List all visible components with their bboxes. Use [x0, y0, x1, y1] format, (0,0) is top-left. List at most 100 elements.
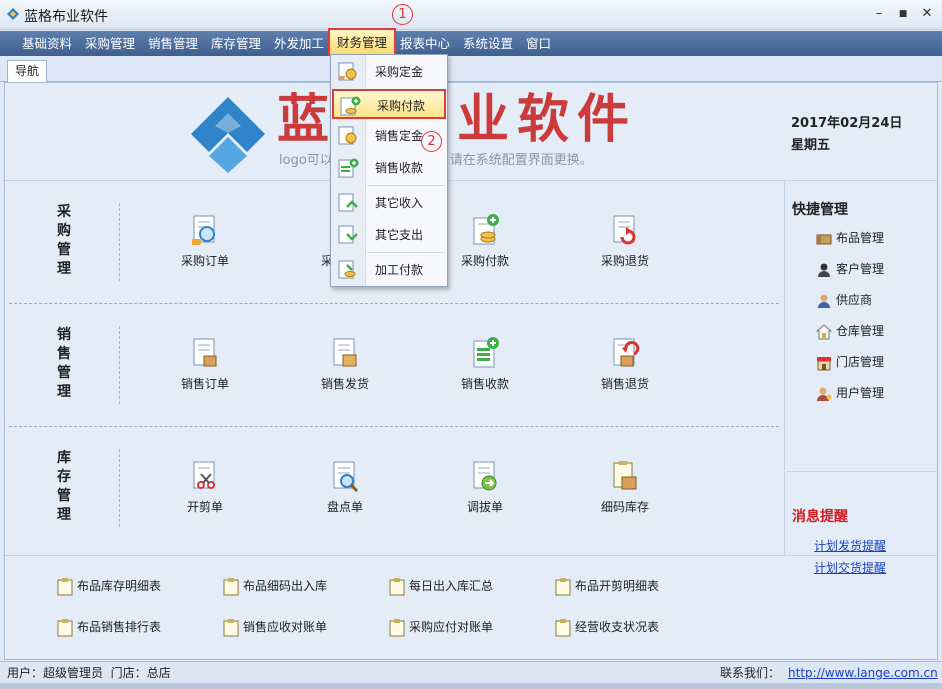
sales-receipt-button[interactable]: 销售收款	[430, 336, 540, 392]
title-char: 理	[57, 261, 71, 277]
quick-item-label: 布品管理	[836, 231, 885, 245]
other-income-icon	[338, 193, 358, 212]
processing-payment-icon	[338, 260, 356, 279]
title-char: 购	[57, 223, 71, 239]
menu-outsourcing[interactable]: 外发加工	[270, 31, 328, 56]
finance-dropdown-menu: 采购定金 采购付款 销售定金 销售收款 其它收入 其它支出 加工付款	[330, 54, 448, 287]
quick-item-label: 门店管理	[836, 355, 885, 369]
menu-sales[interactable]: 销售管理	[144, 31, 202, 56]
callout-one: 1	[392, 4, 413, 25]
window-title: 蓝格布业软件	[24, 9, 108, 25]
report-daily-io-summary[interactable]: 每日出入库汇总	[389, 575, 493, 597]
report-fabric-detail-io[interactable]: 布品细码出入库	[223, 575, 327, 597]
purchase-payment-icon	[340, 96, 361, 116]
quick-item-store[interactable]: 门店管理	[816, 352, 884, 372]
contact-label: 联系我们：	[720, 666, 781, 680]
sales-order-icon	[193, 338, 217, 367]
clipboard-icon	[555, 577, 571, 595]
website-link[interactable]: http://www.lange.com.cn	[788, 666, 938, 680]
quick-item-label: 供应商	[836, 293, 873, 307]
report-shortcuts: 布品库存明细表 布品细码出入库 每日出入库汇总 布品开剪明细表 布品销售排行表 …	[5, 555, 937, 659]
other-expense-icon	[338, 225, 358, 244]
sales-delivery-button[interactable]: 销售发货	[290, 336, 400, 392]
sales-order-button[interactable]: 销售订单	[150, 336, 260, 392]
menu-item-other-expense[interactable]: 其它支出	[332, 220, 446, 250]
report-fabric-cutting-detail[interactable]: 布品开剪明细表	[555, 575, 659, 597]
report-sales-receivable[interactable]: 销售应收对账单	[223, 616, 327, 638]
date-text: 2017年02月24日	[791, 116, 903, 131]
menu-window[interactable]: 窗口	[522, 31, 555, 56]
menu-item-label: 销售收款	[375, 161, 424, 175]
func-label: 采购订单	[180, 254, 229, 268]
taskbar-strip	[0, 683, 942, 689]
quick-item-label: 仓库管理	[836, 324, 885, 338]
func-label: 开剪单	[186, 500, 223, 514]
title-char: 库	[57, 450, 71, 466]
menu-inventory[interactable]: 库存管理	[207, 31, 265, 56]
purchase-return-icon	[613, 215, 636, 245]
tab-navigation[interactable]: 导航	[7, 60, 48, 82]
menu-purchase[interactable]: 采购管理	[81, 31, 139, 56]
func-label: 采购退货	[600, 254, 649, 268]
inventory-section-title: 库 存 管 理	[55, 449, 73, 525]
detail-stock-button[interactable]: 细码库存	[570, 459, 680, 515]
quick-item-customer[interactable]: 客户管理	[816, 259, 884, 279]
menu-item-purchase-payment[interactable]: 采购付款	[332, 89, 446, 119]
warehouse-icon	[815, 323, 833, 339]
clipboard-icon	[389, 618, 405, 636]
stocktake-button[interactable]: 盘点单	[290, 459, 400, 515]
quick-item-label: 用户管理	[836, 386, 885, 400]
func-label: 销售订单	[180, 377, 229, 391]
menu-item-label: 加工付款	[375, 263, 424, 277]
quick-item-user[interactable]: 用户管理	[816, 383, 884, 403]
title-char: 管	[57, 365, 71, 381]
cutting-order-button[interactable]: 开剪单	[150, 459, 260, 515]
quick-item-supplier[interactable]: 供应商	[816, 290, 872, 310]
link-planned-delivery[interactable]: 计划发货提醒	[814, 537, 886, 554]
menu-item-label: 采购付款	[377, 99, 426, 113]
report-label: 布品开剪明细表	[575, 579, 660, 593]
status-bar: 用户：超级管理员 门店：总店 联系我们： http://www.lange.com…	[0, 661, 942, 683]
quick-item-fabric[interactable]: 布品管理	[816, 228, 884, 248]
purchase-order-button[interactable]: 采购订单	[150, 213, 260, 269]
menu-item-label: 销售定金	[375, 129, 424, 143]
menu-item-label: 其它收入	[375, 196, 424, 210]
menu-item-processing-payment[interactable]: 加工付款	[332, 255, 446, 285]
menu-reports[interactable]: 报表中心	[396, 31, 454, 56]
minimize-button[interactable]: –	[868, 4, 890, 24]
header-banner: 蓝格布业软件 logo可以根据客户要求定制，请在系统配置界面更换。 2017年0…	[5, 83, 937, 181]
sales-return-icon	[613, 338, 640, 367]
report-purchase-payable[interactable]: 采购应付对账单	[389, 616, 493, 638]
menu-item-sales-receipt[interactable]: 销售收款	[332, 153, 446, 183]
func-label: 销售退货	[600, 377, 649, 391]
report-fabric-sales-ranking[interactable]: 布品销售排行表	[57, 616, 161, 638]
sales-return-button[interactable]: 销售退货	[570, 336, 680, 392]
section-divider	[119, 449, 120, 527]
menu-settings[interactable]: 系统设置	[459, 31, 517, 56]
menu-separator	[367, 252, 445, 253]
purchase-deposit-icon	[338, 62, 357, 81]
detail-stock-icon	[613, 461, 637, 490]
report-label: 经营收支状况表	[575, 620, 660, 634]
store-icon	[817, 356, 831, 370]
title-char: 售	[57, 346, 71, 362]
purchase-section-title: 采 购 管 理	[55, 203, 73, 279]
report-business-income[interactable]: 经营收支状况表	[555, 616, 659, 638]
func-label: 盘点单	[326, 500, 363, 514]
stocktake-icon	[333, 461, 359, 493]
quick-manage-title: 快捷管理	[792, 202, 848, 218]
menu-item-purchase-deposit[interactable]: 采购定金	[332, 57, 446, 87]
purchase-return-button[interactable]: 采购退货	[570, 213, 680, 269]
menu-basic-data[interactable]: 基础资料	[18, 31, 76, 56]
title-char: 管	[57, 242, 71, 258]
quick-item-warehouse[interactable]: 仓库管理	[815, 321, 885, 341]
right-sidebar: 快捷管理 布品管理 客户管理 供应商 仓库管理 门店管理 用户管理 消息提醒 计…	[786, 181, 937, 575]
close-button[interactable]: ✕	[916, 4, 938, 24]
title-char: 管	[57, 488, 71, 504]
report-fabric-stock-detail[interactable]: 布品库存明细表	[57, 575, 161, 597]
transfer-order-button[interactable]: 调拔单	[430, 459, 540, 515]
maximize-button[interactable]: ■	[892, 4, 914, 24]
menu-separator	[367, 185, 445, 186]
report-label: 布品细码出入库	[243, 579, 328, 593]
menu-item-other-income[interactable]: 其它收入	[332, 188, 446, 218]
